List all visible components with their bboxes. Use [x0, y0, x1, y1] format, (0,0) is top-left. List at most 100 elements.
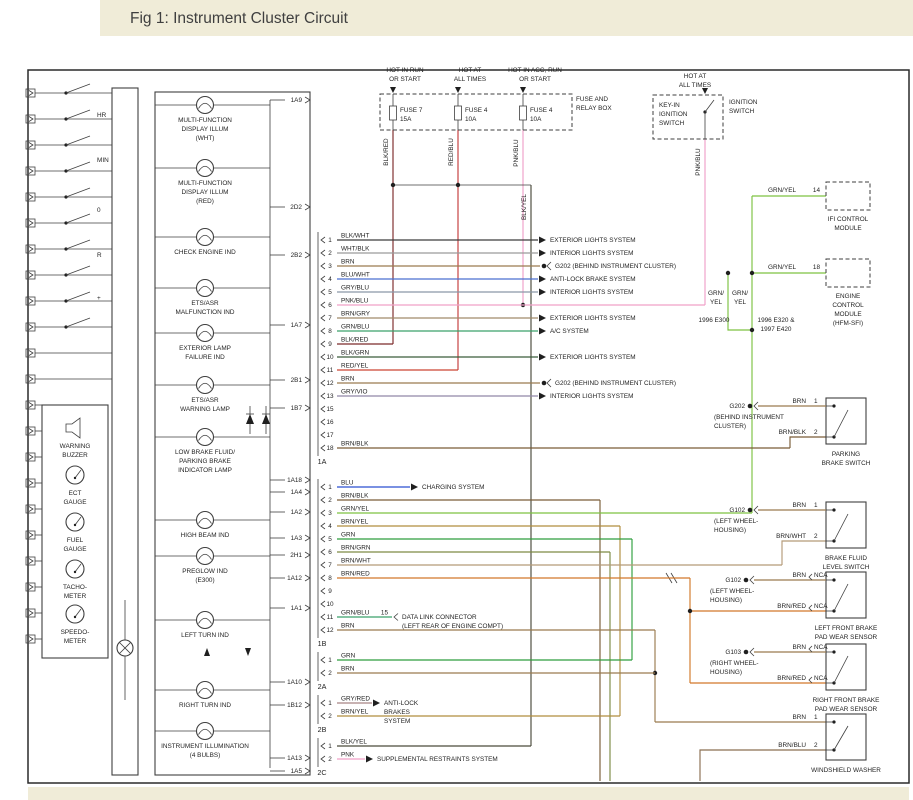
dial-position-label: MIN [97, 157, 109, 164]
gauge-label: ECT [69, 490, 82, 497]
dest-label: INTERIOR LIGHTS SYSTEM [550, 393, 633, 400]
indicator-label: HIGH BEAM IND [181, 532, 230, 539]
wire-color-label: BRN [793, 572, 807, 579]
cluster-pin-label: 1A5 [291, 768, 303, 775]
wire-color-label: BRN/BLK [341, 493, 369, 500]
pin-number: 2 [328, 670, 332, 677]
junction-dot [726, 271, 730, 275]
indicator-label: LOW BRAKE FLUID/ [175, 449, 235, 456]
pin-number: 2 [814, 742, 818, 749]
wire-color-label: GRN [341, 532, 356, 539]
ground-location: (RIGHT WHEEL- [710, 660, 759, 667]
cluster-pin-label: 2H1 [290, 552, 302, 559]
power-feed-label: OR START [519, 76, 551, 83]
dest-pin-number: 15 [381, 610, 389, 617]
wire-color-label: BLU [341, 480, 354, 487]
fuse-name: FUSE 4 [530, 107, 553, 114]
wire-color-label: BRN/RED [777, 675, 806, 682]
gauge-label: METER [64, 593, 87, 600]
cluster-pin-label: 1A2 [291, 509, 303, 516]
wire-color-label: BRN/GRN [341, 545, 371, 552]
pin-number: 1 [328, 484, 332, 491]
wire-color-label: BRN [341, 666, 355, 673]
cluster-pin-label: 1A1 [291, 605, 303, 612]
fuse-rating: 15A [400, 116, 412, 123]
wire-color-label: BRN [793, 502, 807, 509]
cluster-pin-label: 2B2 [291, 252, 303, 259]
module-name: CONTROL [832, 302, 864, 309]
power-feed-label: HOT AT [684, 73, 707, 80]
component-name: BRAKE SWITCH [822, 460, 871, 467]
indicator-label: DISPLAY ILLUM [181, 189, 228, 196]
power-feed-label: HOT AT [459, 67, 482, 74]
module-name: (HFM-SFI) [833, 320, 863, 327]
indicator-label: (RED) [196, 198, 214, 205]
module-pin-number: 18 [813, 264, 821, 271]
wire-color-label: BRN/RED [341, 571, 370, 578]
dial-position-label: R [97, 252, 102, 259]
indicator-label: INSTRUMENT ILLUMINATION [161, 743, 249, 750]
wire-color-label: BRN [793, 714, 807, 721]
fuse-rating: 10A [530, 116, 542, 123]
component-name: RIGHT FRONT BRAKE [813, 697, 880, 704]
dial-position-label: HR [97, 112, 107, 119]
wire-color-label: PNK/BLU [695, 148, 702, 176]
pin-number: 7 [328, 315, 332, 322]
wire-color-label: BLK/RED [383, 138, 390, 166]
module-name: MODULE [834, 311, 861, 318]
pin-number: 7 [328, 562, 332, 569]
ground-location: HOUSING) [710, 597, 742, 604]
pin-number: 16 [326, 419, 334, 426]
wire-color-label: GRN/YEL [768, 187, 797, 194]
ground-icon [748, 404, 753, 409]
pin-number: 18 [326, 445, 334, 452]
wire-color-label: RED/YEL [341, 363, 369, 370]
power-feed-label: HOT IN ACC, RUN [508, 67, 562, 74]
pin-number: 6 [328, 302, 332, 309]
wire-color-label: GRN/BLU [341, 324, 370, 331]
component-name: PAD WEAR SENSOR [815, 706, 878, 713]
ground-location: (LEFT WHEEL- [710, 588, 754, 595]
pin-number: NCA [814, 644, 828, 651]
wire-color-label: GRN/ [708, 290, 724, 297]
key-in-switch-label: KEY-IN [659, 102, 680, 109]
cluster-pin-label: 1A4 [291, 489, 303, 496]
indicator-label: RIGHT TURN IND [179, 702, 231, 709]
ground-label: G202 (BEHIND INSTRUMENT CLUSTER) [555, 263, 676, 270]
ignition-switch-label: IGNITION [729, 99, 758, 106]
wire-color-label: BRN/YEL [341, 709, 369, 716]
fuse-box-label: RELAY BOX [576, 105, 612, 112]
pin-number: 12 [326, 380, 334, 387]
dest-label: CHARGING SYSTEM [422, 484, 485, 491]
indicator-label: WARNING LAMP [180, 406, 230, 413]
dest-label: EXTERIOR LIGHTS SYSTEM [550, 237, 636, 244]
wire-color-label: BRN [341, 259, 355, 266]
connector-group-label: 2A [318, 682, 327, 691]
power-feed-label: OR START [389, 76, 421, 83]
gauge-label: SPEEDO- [61, 629, 90, 636]
indicator-label: ETS/ASR [191, 397, 219, 404]
pin-number: 4 [328, 276, 332, 283]
ground-location: HOUSING) [714, 527, 746, 534]
ground-label: G202 (BEHIND INSTRUMENT CLUSTER) [555, 380, 676, 387]
pin-number: 1 [328, 700, 332, 707]
pin-number: 12 [326, 627, 334, 634]
cluster-pin-label: 1B12 [287, 702, 302, 709]
junction-dot [456, 183, 460, 187]
pin-number: NCA [814, 603, 828, 610]
pin-number: 2 [814, 429, 818, 436]
pin-number: 2 [328, 756, 332, 763]
wire-color-label: BRN/GRY [341, 311, 371, 318]
pin-number: 3 [328, 263, 332, 270]
ground-location: HOUSING) [710, 669, 742, 676]
wire-color-label: GRY/BLU [341, 285, 369, 292]
indicator-label: CHECK ENGINE IND [174, 249, 236, 256]
wiring-diagram: Fig 1: Instrument Cluster Circuit [0, 0, 913, 800]
pin-number: 8 [328, 575, 332, 582]
indicator-label: DISPLAY ILLUM [181, 126, 228, 133]
indicator-label: (WHT) [196, 135, 215, 142]
wire-color-label: BRN/YEL [341, 519, 369, 526]
indicator-label: PREGLOW IND [182, 568, 228, 575]
cluster-pin-label: 1A13 [287, 755, 302, 762]
power-feed-label: ALL TIMES [454, 76, 486, 83]
